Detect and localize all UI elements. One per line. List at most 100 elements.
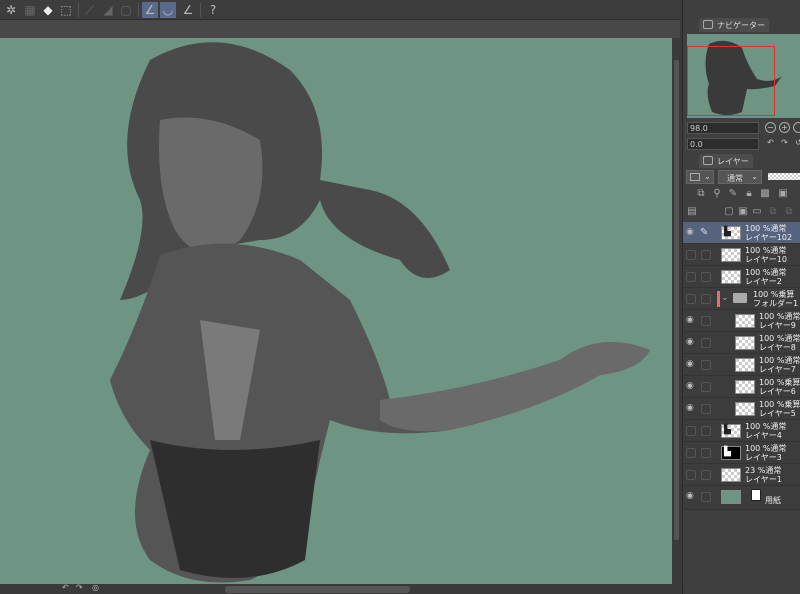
lock-toggle[interactable] [701, 470, 711, 480]
selection-ring-icon[interactable]: ✲ [3, 2, 19, 18]
help-icon[interactable]: ? [205, 2, 221, 18]
mask-icon[interactable]: ▣ [777, 188, 789, 200]
tab-layer[interactable]: レイヤー [699, 154, 753, 168]
layers-icon [703, 156, 713, 165]
eye-icon[interactable]: ◉ [686, 316, 696, 325]
ruler-off-icon[interactable]: ⟋ [82, 2, 98, 18]
layer-row[interactable]: 100 %通常 レイヤー2 [683, 266, 800, 288]
lock-toggle[interactable] [701, 316, 711, 326]
layer-thumbnail [735, 336, 755, 350]
visibility-toggle[interactable] [686, 470, 696, 480]
navigator-view-frame[interactable] [687, 46, 775, 116]
layer-row[interactable]: ▙ 100 %通常 レイヤー4 [683, 420, 800, 442]
rotate-left-icon[interactable]: ↶ [765, 138, 776, 149]
snap-ruler-icon[interactable]: ∠ [142, 2, 158, 18]
layer-row[interactable]: ⌄ 100 %乗算 フォルダー1 [683, 288, 800, 310]
drawing-canvas[interactable] [0, 38, 672, 584]
snap-curve-icon[interactable]: ◡ [160, 2, 176, 18]
lock-toggle[interactable] [701, 272, 711, 282]
clip-layer-icon[interactable]: ⧉ [695, 188, 707, 200]
draft-layer-icon[interactable]: ✎ [727, 188, 739, 200]
new-vector-layer-icon[interactable]: ▣ [737, 206, 749, 218]
copy-layer-icon[interactable]: ⧉ [767, 206, 779, 218]
lock-toggle[interactable] [701, 250, 711, 260]
visibility-toggle[interactable] [686, 426, 696, 436]
fit-icon[interactable] [793, 122, 800, 133]
eye-icon[interactable]: ◉ [686, 360, 696, 369]
layer-row[interactable]: ◉ 100 %乗算 レイヤー6 [683, 376, 800, 398]
visibility-toggle[interactable] [686, 250, 696, 260]
layer-properties-icon[interactable]: ▤ [686, 206, 698, 218]
new-folder-icon[interactable]: ▭ [751, 206, 763, 218]
horizontal-scroll-thumb[interactable] [225, 586, 410, 593]
layer-name: レイヤー3 [745, 453, 782, 462]
lock-transparency-icon[interactable]: ▩ [759, 188, 771, 200]
visibility-toggle[interactable] [686, 294, 696, 304]
zoom-slider[interactable]: 98.0 [687, 122, 759, 134]
eye-icon[interactable]: ◉ [686, 404, 696, 413]
layer-row[interactable]: ◉ 100 %乗算 レイヤー5 [683, 398, 800, 420]
blend-mode-dropdown[interactable]: 通常 ⌄ [718, 170, 762, 184]
pen-icon[interactable]: ✎ [700, 227, 708, 238]
visibility-toggle[interactable] [686, 448, 696, 458]
layer-blend-mode: 通常 [770, 422, 787, 431]
layer-row[interactable]: ◉ 100 %通常 レイヤー7 [683, 354, 800, 376]
chevron-down-icon[interactable]: ⌄ [721, 293, 729, 303]
layer-thumbnail [735, 402, 755, 416]
layer-opacity: 100 % [745, 444, 771, 453]
vertical-scroll-thumb[interactable] [674, 60, 679, 540]
tab-label: レイヤー [717, 157, 749, 166]
lock-toggle[interactable] [701, 492, 711, 502]
rotate-right-icon[interactable]: ↷ [76, 583, 83, 592]
zoom-in-icon[interactable]: + [779, 122, 790, 133]
layer-row[interactable]: ◉ 100 %通常 レイヤー9 [683, 310, 800, 332]
merge-layer-icon[interactable]: ⧉ [783, 206, 795, 218]
eye-icon[interactable]: ◉ [686, 382, 696, 391]
layer-status: 23 %通常 レイヤー1 [745, 466, 782, 484]
layer-status: 100 %乗算 フォルダー1 [753, 290, 798, 308]
lock-toggle[interactable] [701, 360, 711, 370]
right-panel: ナビゲーター 98.0 − + 0.0 ↶ ↷ ↺ レイヤー ⌄ 通常 ⌄ ⧉ ⚲… [682, 0, 800, 594]
lock-icon[interactable]: 🔒︎ [743, 188, 755, 200]
fill-bucket-icon[interactable]: ◆ [40, 2, 56, 18]
layer-row[interactable]: ◉ ✎ ▙ 100 %通常 レイヤー102 [683, 222, 800, 244]
layer-status: 100 %通常 レイヤー7 [759, 356, 800, 374]
layer-name: レイヤー9 [759, 321, 796, 330]
select-layer-icon[interactable]: ▦ [22, 2, 38, 18]
rotate-left-icon[interactable]: ↶ [62, 583, 69, 592]
rotate-right-icon[interactable]: ↷ [779, 138, 790, 149]
new-raster-layer-icon[interactable]: ▢ [723, 206, 735, 218]
layer-row[interactable]: ▙ 100 %通常 レイヤー3 [683, 442, 800, 464]
eye-icon[interactable]: ◉ [686, 338, 696, 347]
gradient-icon[interactable]: ◢ [100, 2, 116, 18]
lock-toggle[interactable] [701, 382, 711, 392]
layer-blend-mode: 乗算 [784, 400, 800, 409]
reset-rotation-icon[interactable]: ↺ [793, 138, 800, 149]
perspective-ruler-icon[interactable]: ∠ [180, 2, 196, 18]
eye-icon[interactable]: ◉ [686, 492, 696, 501]
lock-toggle[interactable] [701, 426, 711, 436]
mouse-icon[interactable]: ◎ [92, 583, 99, 592]
frame-icon[interactable]: ▢ [118, 2, 134, 18]
zoom-out-icon[interactable]: − [765, 122, 776, 133]
layer-row[interactable]: ◉ 用紙 [683, 486, 800, 510]
opacity-slider[interactable] [768, 173, 800, 180]
layer-row[interactable]: ◉ 100 %通常 レイヤー8 [683, 332, 800, 354]
visibility-toggle[interactable] [686, 272, 696, 282]
expression-color-dropdown[interactable]: ⌄ [686, 170, 714, 184]
reference-layer-icon[interactable]: ⚲ [711, 188, 723, 200]
rotation-slider[interactable]: 0.0 [687, 138, 759, 150]
lock-toggle[interactable] [701, 404, 711, 414]
layer-row[interactable]: 23 %通常 レイヤー1 [683, 464, 800, 486]
layer-row[interactable]: 100 %通常 レイヤー10 [683, 244, 800, 266]
lock-toggle[interactable] [701, 294, 711, 304]
layer-opacity: 100 % [759, 400, 785, 409]
transform-icon[interactable]: ⬚ [58, 2, 74, 18]
lock-toggle[interactable] [701, 338, 711, 348]
layer-status: 100 %通常 レイヤー8 [759, 334, 800, 352]
lock-toggle[interactable] [701, 448, 711, 458]
layer-status: 100 %通常 レイヤー102 [745, 224, 792, 242]
eye-icon[interactable]: ◉ [686, 228, 696, 237]
layer-thumbnail: ▙ [721, 446, 741, 460]
tab-navigator[interactable]: ナビゲーター [699, 18, 769, 32]
